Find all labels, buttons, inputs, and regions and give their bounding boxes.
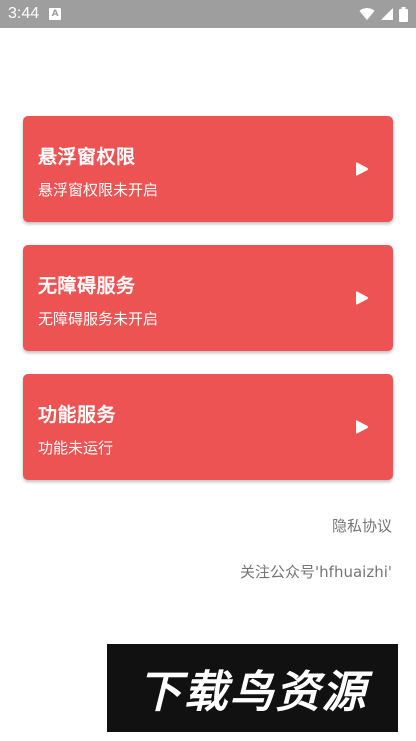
wifi-icon <box>359 8 375 20</box>
notification-badge-icon: A <box>49 8 62 20</box>
play-arrow-icon <box>356 162 368 176</box>
card-title: 无障碍服务 <box>38 275 136 297</box>
card-subtitle: 无障碍服务未开启 <box>38 310 159 328</box>
privacy-policy-link[interactable]: 隐私协议 <box>332 515 392 536</box>
watermark-text: 下载鸟资源 <box>137 667 368 718</box>
play-arrow-icon <box>356 420 368 434</box>
card-function-service[interactable]: 功能服务 功能未运行 <box>23 374 393 480</box>
status-time: 3:44 <box>8 5 40 22</box>
card-accessibility-service[interactable]: 无障碍服务 无障碍服务未开启 <box>23 245 393 351</box>
card-title: 功能服务 <box>38 404 117 426</box>
card-subtitle: 功能未运行 <box>38 439 114 457</box>
card-title: 悬浮窗权限 <box>38 146 136 168</box>
status-icons <box>359 6 408 22</box>
watermark-logo: 下载鸟资源 <box>107 644 398 732</box>
play-arrow-icon <box>356 291 368 305</box>
signal-icon <box>381 8 393 20</box>
follow-account-text: 关注公众号'hfhuaizhi' <box>240 563 392 581</box>
card-overlay-permission[interactable]: 悬浮窗权限 悬浮窗权限未开启 <box>23 116 393 222</box>
battery-icon <box>399 6 408 22</box>
card-subtitle: 悬浮窗权限未开启 <box>38 181 159 199</box>
status-bar: 3:44 A <box>0 0 416 28</box>
